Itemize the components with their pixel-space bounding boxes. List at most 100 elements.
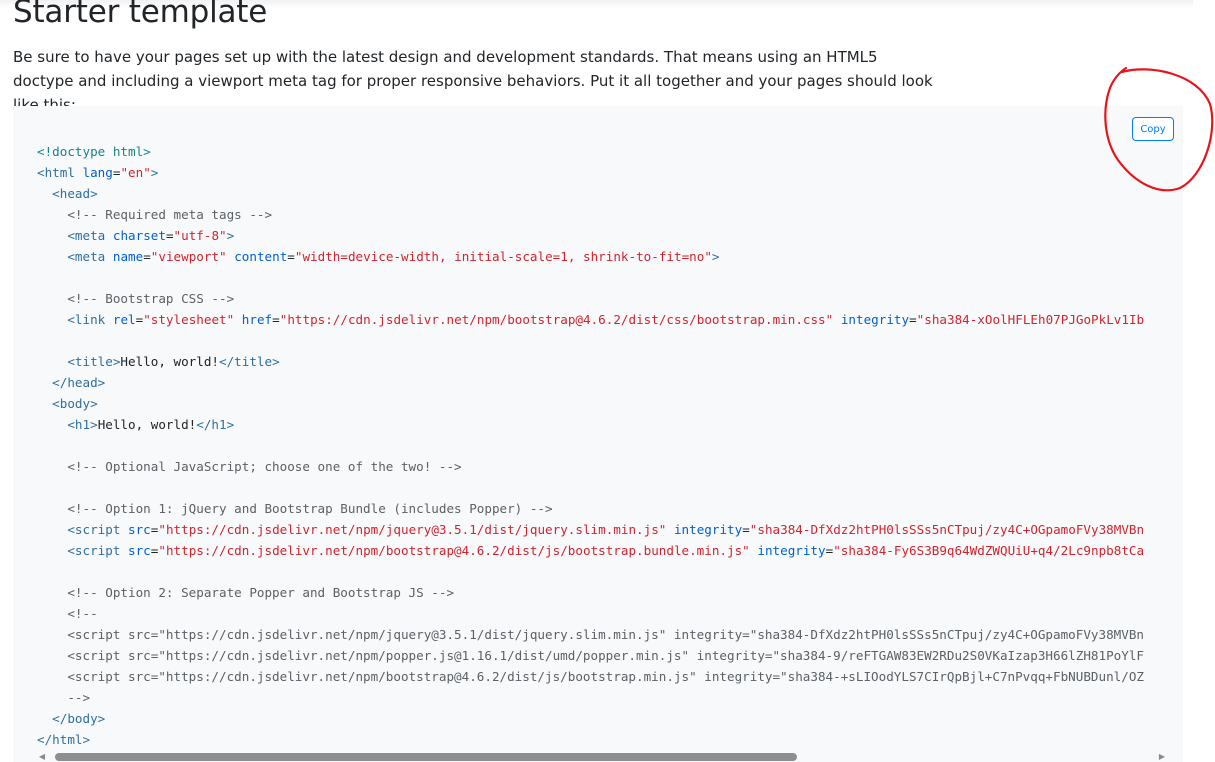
code-tag: <link	[67, 312, 106, 327]
code-tag: </title>	[219, 354, 280, 369]
code-string: "viewport"	[150, 249, 227, 264]
code-comment: <script src="https://cdn.jsdelivr.net/np…	[67, 648, 1144, 663]
code-string: "en"	[120, 165, 151, 180]
code-tag: </body>	[52, 711, 106, 726]
code-tag: <meta	[67, 249, 106, 264]
code-line: </body>	[37, 708, 1144, 729]
code-comment: <!--	[67, 606, 98, 621]
code-attribute: href	[241, 312, 273, 327]
code-line: <!-- Optional JavaScript; choose one of …	[37, 456, 1144, 477]
code-line: <script src="https://cdn.jsdelivr.net/np…	[37, 645, 1144, 666]
code-tag: >	[711, 249, 720, 264]
code-tag: <h1>	[67, 417, 98, 432]
code-line: <!--	[37, 603, 1144, 624]
scrollbar-thumb[interactable]	[55, 753, 797, 761]
code-comment: <!-- Option 1: jQuery and Bootstrap Bund…	[67, 501, 553, 516]
code-tag: <script	[67, 522, 121, 537]
code-attribute: src	[128, 543, 151, 558]
code-line: <script src="https://cdn.jsdelivr.net/np…	[37, 624, 1144, 645]
code-tag: </head>	[52, 375, 106, 390]
horizontal-scrollbar[interactable]: ◀ ▶	[37, 752, 1167, 762]
code-line: <!-- Option 1: jQuery and Bootstrap Bund…	[37, 498, 1144, 519]
code-attribute: integrity	[757, 543, 826, 558]
code-line: <meta charset="utf-8">	[37, 225, 1144, 246]
code-tag: <html	[37, 165, 75, 180]
code-string: "utf-8"	[173, 228, 227, 243]
code-tag: <body>	[52, 396, 98, 411]
code-attribute: integrity	[673, 522, 743, 537]
code-tag: <head>	[52, 186, 98, 201]
scroll-left-arrow-icon[interactable]: ◀	[37, 752, 47, 762]
code-comment: <!-- Bootstrap CSS -->	[67, 291, 235, 306]
code-string: "stylesheet"	[143, 312, 235, 327]
page-title: Starter template	[13, 0, 268, 30]
code-line: <script src="https://cdn.jsdelivr.net/np…	[37, 519, 1144, 540]
code-line: <script src="https://cdn.jsdelivr.net/np…	[37, 540, 1144, 561]
code-string: "https://cdn.jsdelivr.net/npm/jquery@3.5…	[158, 522, 667, 537]
code-comment: <script src="https://cdn.jsdelivr.net/np…	[67, 627, 1144, 642]
code-string: "sha384-DfXdz2htPH0lsSSs5nCTpuj/zy4C+OGp…	[749, 522, 1145, 537]
code-doctype: <!doctype html>	[37, 144, 151, 159]
copy-button[interactable]: Copy	[1132, 117, 1174, 141]
code-line: <!doctype html>	[37, 141, 1144, 162]
code-attribute: content	[234, 249, 288, 264]
code-comment: <!-- Option 2: Separate Popper and Boots…	[67, 585, 455, 600]
code-text: =	[143, 249, 151, 264]
code-line: <!-- Option 2: Separate Popper and Boots…	[37, 582, 1144, 603]
code-tag: >	[150, 165, 159, 180]
code-tag: <script	[67, 543, 121, 558]
scroll-right-arrow-icon[interactable]: ▶	[1157, 752, 1167, 762]
code-line: <h1>Hello, world!</h1>	[37, 414, 1144, 435]
code-tag: <title>	[67, 354, 121, 369]
code-text: Hello, world!	[120, 354, 219, 369]
code-line: <!-- Bootstrap CSS -->	[37, 288, 1144, 309]
code-string: "width=device-width, initial-scale=1, sh…	[294, 249, 712, 264]
code-line: <meta name="viewport" content="width=dev…	[37, 246, 1144, 267]
code-comment: <!-- Required meta tags -->	[67, 207, 273, 222]
code-text: =	[165, 228, 174, 243]
code-content: <!doctype html> <html lang="en"> <head> <…	[37, 141, 1144, 750]
code-text: =	[742, 522, 750, 537]
code-line: </html>	[37, 729, 1144, 750]
code-example: Copy <!doctype html> <html lang="en"> <he…	[13, 106, 1183, 762]
code-line: </head>	[37, 372, 1144, 393]
code-tag: </html>	[37, 732, 91, 747]
code-comment: <script src="https://cdn.jsdelivr.net/np…	[67, 669, 1144, 684]
code-line: <title>Hello, world!</title>	[37, 351, 1144, 372]
code-text: =	[272, 312, 280, 327]
code-line: <!-- Required meta tags -->	[37, 204, 1144, 225]
code-text: Hello, world!	[97, 417, 197, 432]
code-line: <link rel="stylesheet" href="https://cdn…	[37, 309, 1144, 330]
